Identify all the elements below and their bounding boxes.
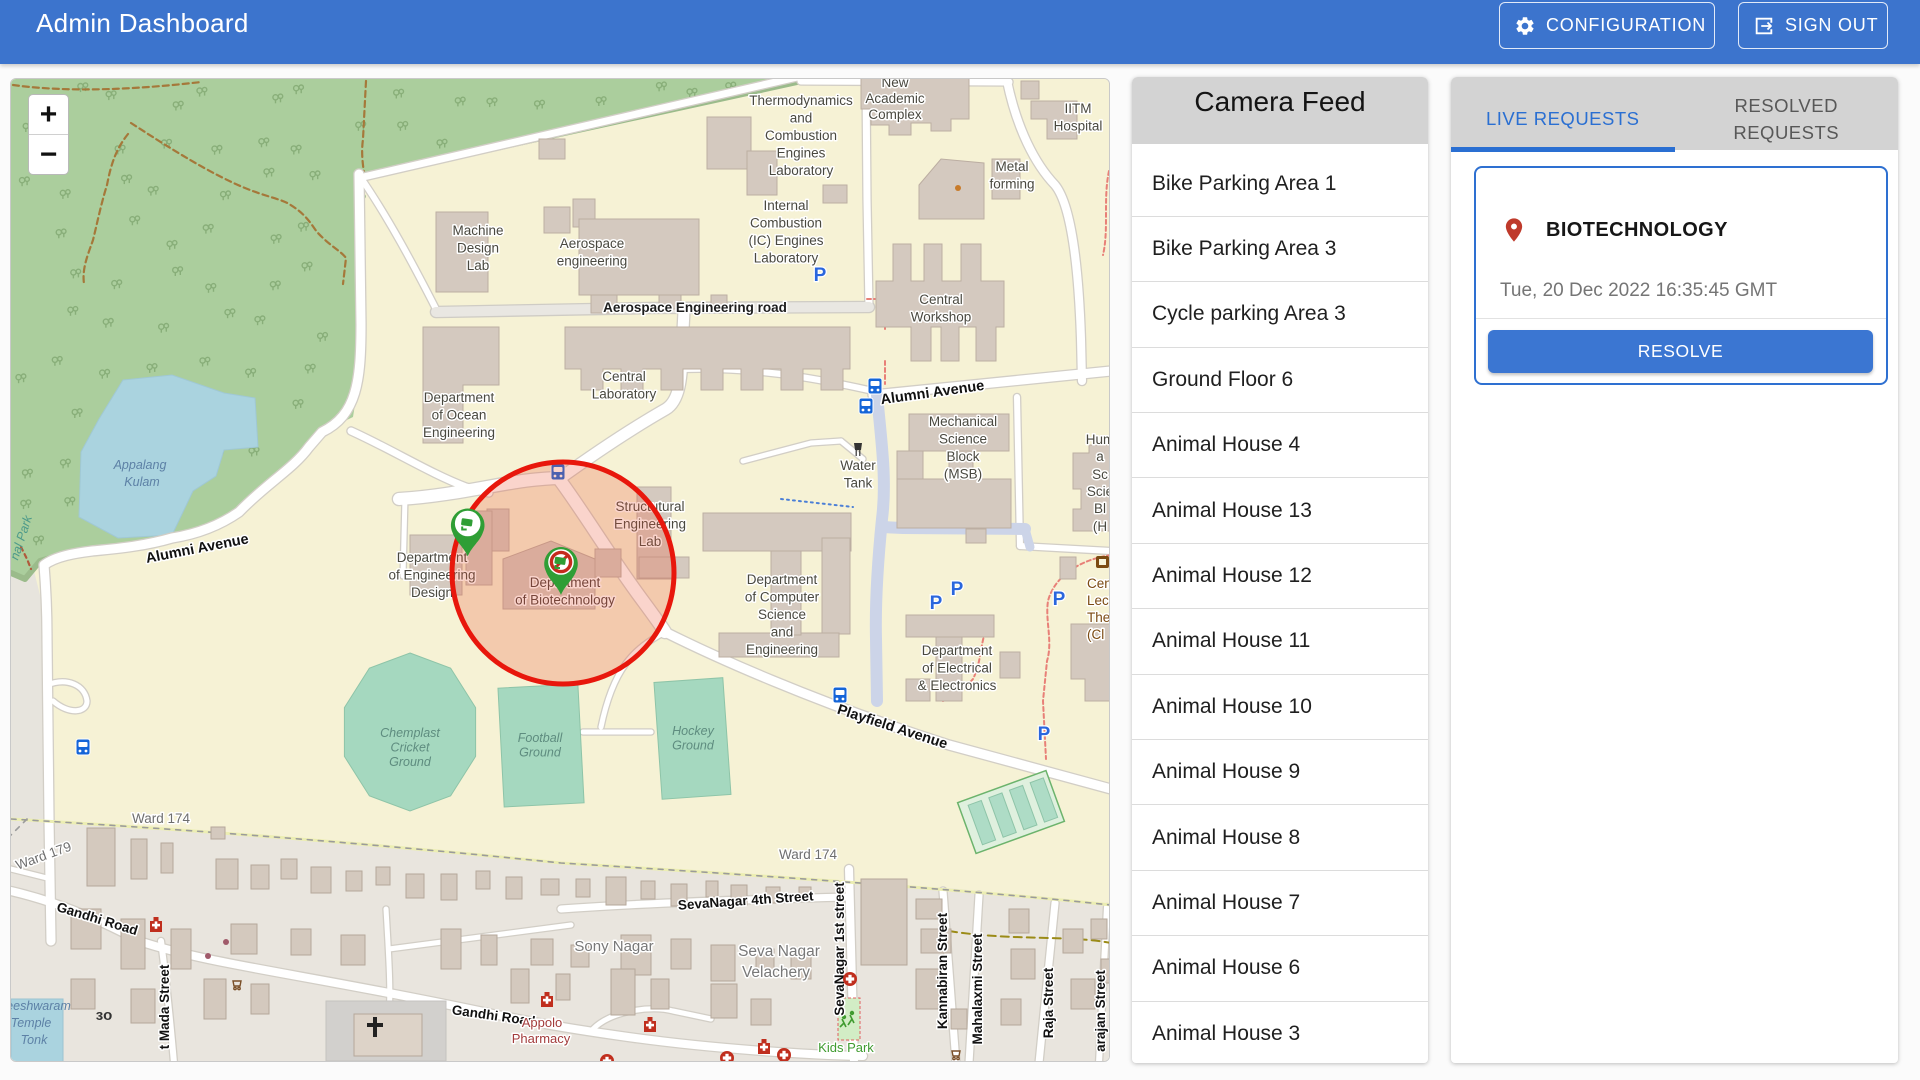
svg-text:Pharmacy: Pharmacy: [512, 1031, 571, 1046]
svg-text:Sony Nagar: Sony Nagar: [574, 938, 653, 955]
svg-text:Scie: Scie: [1087, 484, 1110, 499]
svg-text:arajan Street: arajan Street: [1093, 970, 1108, 1052]
svg-text:New: New: [881, 79, 908, 90]
svg-text:Combustion: Combustion: [750, 216, 822, 231]
svg-text:Seva Nagar: Seva Nagar: [738, 943, 820, 960]
svg-text:Appalang: Appalang: [113, 458, 167, 472]
svg-text:and: and: [771, 625, 794, 640]
svg-text:Academic: Academic: [865, 91, 925, 106]
svg-text:P: P: [1053, 589, 1066, 610]
svg-text:Engineering: Engineering: [746, 642, 818, 657]
svg-text:Machine: Machine: [452, 223, 503, 238]
svg-text:Aerospace Engineering road: Aerospace Engineering road: [603, 300, 787, 315]
svg-text:P: P: [814, 265, 827, 286]
svg-text:Internal: Internal: [763, 198, 808, 213]
svg-text:Hum: Hum: [1086, 432, 1110, 447]
svg-text:Science: Science: [939, 432, 987, 447]
svg-text:Bl: Bl: [1094, 501, 1106, 516]
svg-text:Kulam: Kulam: [124, 475, 159, 489]
svg-text:Ward 174: Ward 174: [132, 811, 191, 826]
svg-text:Laboratory: Laboratory: [769, 163, 834, 178]
svg-text:Water: Water: [840, 458, 876, 473]
svg-text:Central: Central: [919, 292, 963, 307]
svg-text:Hockey: Hockey: [672, 724, 714, 738]
svg-text:Design: Design: [457, 241, 499, 256]
svg-text:Block: Block: [946, 449, 979, 464]
svg-text:Workshop: Workshop: [911, 310, 972, 325]
svg-text:Cen: Cen: [1087, 576, 1110, 591]
svg-text:a: a: [1096, 449, 1104, 464]
svg-text:Sc: Sc: [1092, 467, 1108, 482]
svg-text:Football: Football: [518, 731, 564, 745]
svg-text:Ward 174: Ward 174: [779, 847, 838, 862]
svg-text:Department: Department: [747, 572, 818, 587]
svg-text:Appolo: Appolo: [522, 1015, 562, 1030]
svg-text:Ground: Ground: [389, 755, 432, 769]
svg-text:Metal: Metal: [995, 159, 1028, 174]
svg-text:Ground: Ground: [519, 746, 562, 760]
svg-text:of Ocean: of Ocean: [432, 408, 487, 423]
svg-text:Combustion: Combustion: [765, 128, 837, 143]
svg-text:Mahalaxmi Street: Mahalaxmi Street: [970, 933, 985, 1045]
svg-text:deeshwaram: deeshwaram: [11, 999, 71, 1013]
svg-text:(IC) Engines: (IC) Engines: [748, 233, 823, 248]
svg-text:Hospital: Hospital: [1054, 119, 1103, 134]
svg-text:Cricket: Cricket: [391, 741, 430, 755]
svg-text:Kids Park: Kids Park: [818, 1040, 874, 1055]
svg-text:Complex: Complex: [868, 107, 922, 122]
svg-text:Lab: Lab: [467, 258, 490, 273]
svg-text:Engines: Engines: [777, 146, 826, 161]
svg-text:and: and: [790, 111, 813, 126]
svg-text:Design: Design: [411, 585, 453, 600]
svg-text:SevaNagar 1st street: SevaNagar 1st street: [832, 882, 847, 1016]
svg-text:Raja Street: Raja Street: [1041, 967, 1056, 1038]
svg-text:(Cl: (Cl: [1087, 627, 1104, 642]
svg-text:Thea: Thea: [1087, 610, 1110, 625]
svg-text:Tank: Tank: [844, 476, 873, 491]
svg-text:of Computer: of Computer: [745, 590, 820, 605]
svg-text:Temple: Temple: [11, 1016, 51, 1030]
svg-text:P: P: [1038, 724, 1051, 745]
svg-text:Ground: Ground: [672, 739, 715, 753]
svg-text:Department: Department: [424, 390, 495, 405]
svg-text:P: P: [951, 579, 964, 600]
svg-text:Engineering: Engineering: [423, 425, 495, 440]
svg-text:P: P: [930, 593, 943, 614]
svg-text:ɜo: ɜo: [96, 1007, 113, 1024]
svg-text:Laboratory: Laboratory: [754, 251, 819, 266]
svg-text:forming: forming: [989, 177, 1034, 192]
svg-text:Tonk: Tonk: [21, 1033, 48, 1047]
svg-text:Thermodynamics: Thermodynamics: [749, 93, 853, 108]
svg-text:Laboratory: Laboratory: [592, 387, 657, 402]
svg-text:Department: Department: [922, 643, 993, 658]
svg-text:IITM: IITM: [1065, 101, 1092, 116]
svg-text:& Electronics: & Electronics: [918, 678, 997, 693]
svg-text:(MSB): (MSB): [944, 467, 982, 482]
svg-text:t Mada Street: t Mada Street: [157, 964, 172, 1049]
svg-text:(H: (H: [1093, 519, 1107, 534]
svg-text:Kannabiran Street: Kannabiran Street: [935, 912, 950, 1029]
svg-text:Chemplast: Chemplast: [380, 726, 440, 740]
svg-text:engineering: engineering: [557, 254, 628, 269]
svg-text:Mechanical: Mechanical: [929, 414, 997, 429]
svg-text:Aerospace: Aerospace: [560, 236, 625, 251]
svg-text:Science: Science: [758, 607, 806, 622]
svg-text:Velachery: Velachery: [742, 964, 810, 981]
svg-text:Lect: Lect: [1087, 593, 1110, 608]
svg-text:Central: Central: [602, 369, 646, 384]
svg-text:of Electrical: of Electrical: [922, 661, 992, 676]
